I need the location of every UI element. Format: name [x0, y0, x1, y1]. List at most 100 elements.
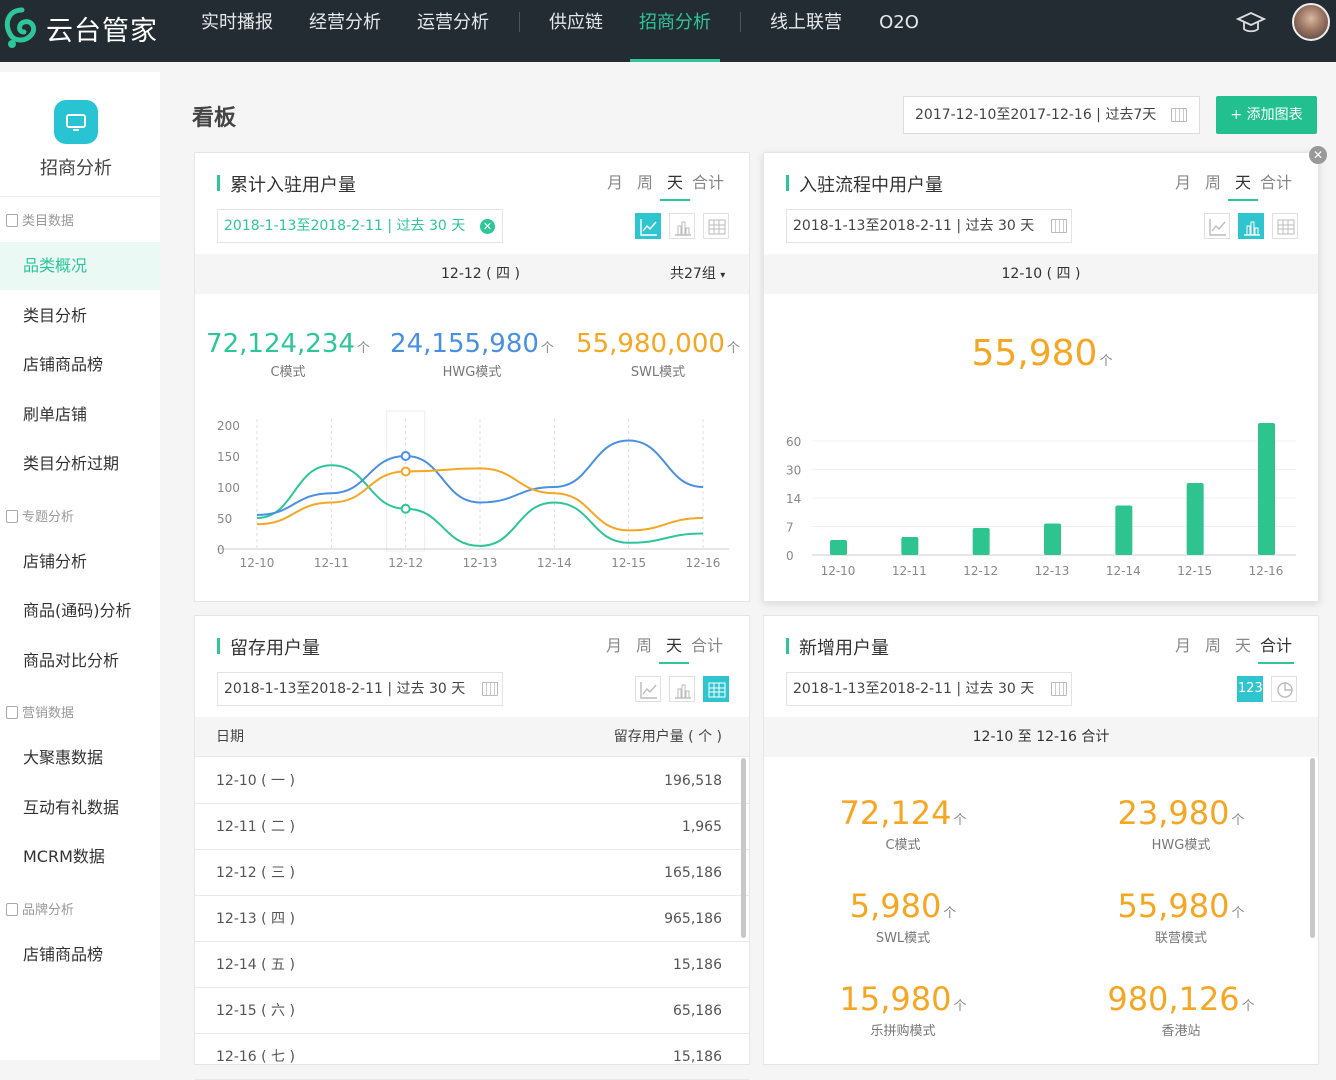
table-row[interactable]: 12-12 ( 三 ) 165,186 [195, 850, 749, 896]
y-tick-label: 14 [786, 492, 801, 506]
tab-day[interactable]: 天 [660, 169, 690, 201]
date-range-input[interactable]: 2018-1-13至2018-2-11 | 过去 30 天 [786, 209, 1072, 243]
date-range-input[interactable]: 2018-1-13至2018-2-11 | 过去 30 天 ✕ [217, 209, 503, 243]
sidebar-item-0-3[interactable]: 刷单店铺 [0, 391, 160, 439]
bar-view-button[interactable] [669, 213, 695, 239]
card-title: 留存用户量 [217, 634, 320, 660]
date-range-input[interactable]: 2018-1-13至2018-2-11 | 过去 30 天 [786, 672, 1072, 706]
period-tabs: 月周天合计 [600, 169, 726, 201]
kpi-value: 72,124,234 [206, 329, 355, 359]
bar [972, 528, 990, 555]
table-icon [708, 682, 726, 698]
kpi-1: 23,980 个 HWG模式 [1096, 794, 1266, 853]
tab-day[interactable]: 天 [1228, 632, 1258, 662]
table-row[interactable]: 12-13 ( 四 ) 965,186 [195, 896, 749, 942]
sidebar-divider [0, 196, 160, 197]
document-icon [6, 706, 18, 719]
sidebar-group-label: 专题分析 [22, 509, 75, 525]
tab-week[interactable]: 周 [1198, 632, 1228, 662]
tab-week[interactable]: 周 [630, 169, 660, 199]
table-row[interactable]: 12-15 ( 六 ) 65,186 [195, 988, 749, 1034]
graduation-cap-icon[interactable] [1236, 10, 1266, 36]
app-logo[interactable]: 云台管家 [0, 0, 175, 62]
line-view-button[interactable] [635, 213, 661, 239]
number-view-button[interactable]: 123 [1237, 676, 1263, 702]
sidebar-item-0-4[interactable]: 类目分析过期 [0, 440, 160, 488]
sidebar-item-1-0[interactable]: 店铺分析 [0, 538, 160, 586]
tab-day[interactable]: 天 [1228, 169, 1258, 201]
kpi-onboarding: 55,980 个 [914, 333, 1170, 374]
tab-total[interactable]: 合计 [689, 632, 725, 662]
clear-date-icon[interactable]: ✕ [480, 219, 495, 234]
table-row[interactable]: 12-14 ( 五 ) 15,186 [195, 942, 749, 988]
nav-item-3[interactable]: 供应链 [548, 0, 604, 62]
date-range-input[interactable]: 2018-1-13至2018-2-11 | 过去 30 天 [217, 672, 503, 706]
total-band: 12-10 至 12-16 合计 [764, 717, 1318, 757]
bar [1258, 423, 1275, 555]
page-title: 看板 [192, 106, 237, 131]
tab-month[interactable]: 月 [599, 632, 629, 662]
kpi-label: 乐拼购模式 [870, 1024, 936, 1039]
x-tick-label: 12-14 [537, 556, 572, 570]
table-view-button[interactable] [703, 213, 729, 239]
global-date-range-picker[interactable]: 2017-12-10至2017-12-16 | 过去7天 [903, 96, 1200, 134]
nav-item-2[interactable]: 运营分析 [416, 0, 490, 62]
table-view-button[interactable] [703, 676, 729, 702]
tab-day[interactable]: 天 [659, 632, 689, 664]
sidebar-item-1-2[interactable]: 商品对比分析 [0, 637, 160, 685]
sidebar-item-0-2[interactable]: 店铺商品榜 [0, 341, 160, 389]
table-row[interactable]: 12-16 ( 七 ) 15,186 [195, 1034, 749, 1080]
x-tick-label: 12-16 [1249, 564, 1284, 578]
tab-total[interactable]: 合计 [690, 169, 726, 199]
pie-view-button[interactable] [1271, 676, 1297, 702]
kpi-1: 24,155,980 个 HWG模式 [387, 329, 557, 380]
tab-total[interactable]: 合计 [1258, 632, 1294, 664]
user-avatar[interactable] [1292, 3, 1330, 41]
tab-month[interactable]: 月 [1168, 169, 1198, 199]
tab-total[interactable]: 合计 [1258, 169, 1294, 199]
sidebar-item-1-1[interactable]: 商品(通码)分析 [0, 587, 160, 635]
sidebar-item-3-0[interactable]: 店铺商品榜 [0, 931, 160, 979]
kpi-label: 香港站 [1161, 1024, 1201, 1039]
table-row[interactable]: 12-10 ( 一 ) 196,518 [195, 758, 749, 804]
sidebar-item-2-1[interactable]: 互动有礼数据 [0, 784, 160, 832]
tab-month[interactable]: 月 [1168, 632, 1198, 662]
card-scrollbar[interactable] [1310, 758, 1315, 938]
tab-week[interactable]: 周 [1198, 169, 1228, 199]
table-scrollbar[interactable] [741, 758, 746, 938]
date-band: 12-10 ( 四 ) [764, 254, 1318, 294]
group-count-dropdown[interactable]: 共27组 ▾ [670, 254, 725, 296]
cell-date: 12-16 ( 七 ) [216, 1049, 295, 1065]
tab-month[interactable]: 月 [600, 169, 630, 199]
nav-item-0[interactable]: 实时播报 [200, 0, 274, 62]
nav-item-4[interactable]: 招商分析 [630, 0, 720, 62]
kpi-value: 55,980 [971, 333, 1098, 374]
x-tick-label: 12-15 [1177, 564, 1212, 578]
line-view-button[interactable] [635, 676, 661, 702]
table-view-button[interactable] [1272, 213, 1298, 239]
group-count-text: 共27组 [670, 266, 716, 282]
cell-retained: 1,965 [681, 819, 722, 835]
cell-retained: 15,186 [673, 957, 722, 973]
calendar-icon [1171, 108, 1187, 122]
bar-view-button[interactable] [669, 676, 695, 702]
nav-item-5[interactable]: 线上联营 [769, 0, 843, 62]
line-view-button[interactable] [1204, 213, 1230, 239]
tab-week[interactable]: 周 [629, 632, 659, 662]
close-card-icon[interactable]: ✕ [1309, 146, 1327, 164]
table-row[interactable]: 12-11 ( 二 ) 1,965 [195, 804, 749, 850]
add-chart-button[interactable]: + 添加图表 [1216, 96, 1317, 134]
nav-item-6[interactable]: O2O [877, 0, 921, 62]
sidebar-item-2-2[interactable]: MCRM数据 [0, 833, 160, 881]
sidebar-item-2-0[interactable]: 大聚惠数据 [0, 734, 160, 782]
bar-view-button[interactable] [1238, 213, 1264, 239]
sidebar-item-0-0[interactable]: 品类概况 [0, 242, 160, 290]
kpi-unit: 个 [1231, 813, 1245, 828]
sidebar-item-0-1[interactable]: 类目分析 [0, 292, 160, 340]
nav-item-1[interactable]: 经营分析 [308, 0, 382, 62]
series-point-0 [400, 503, 411, 514]
x-tick-label: 12-10 [821, 564, 856, 578]
x-tick-label: 12-13 [1035, 564, 1070, 578]
table-icon [1277, 219, 1295, 235]
series-point-2 [400, 466, 411, 477]
